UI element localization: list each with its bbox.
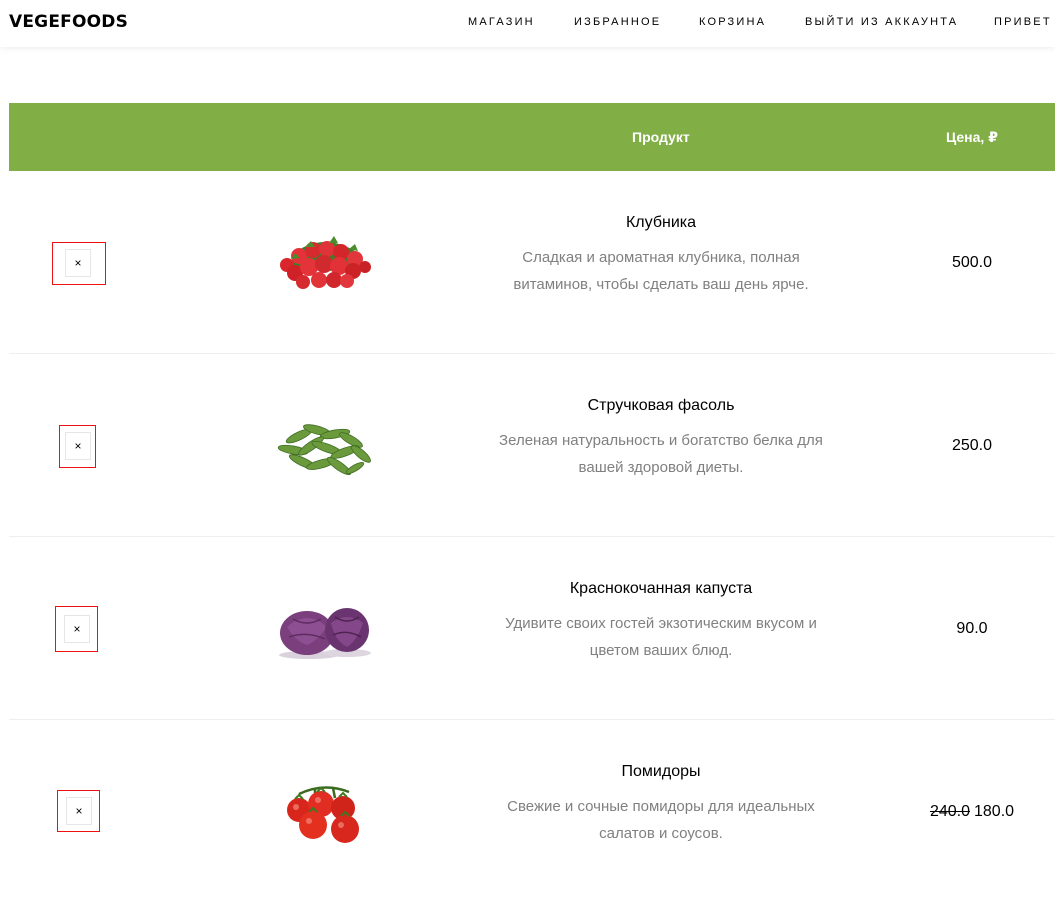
old-price: 240.0 [929,803,970,820]
product-description: Удивите своих гостей экзотическим вкусом… [505,615,817,659]
product-price: 250.0 [889,437,1055,455]
strawberry-cluster [280,236,371,289]
current-price: 90.0 [956,620,988,637]
close-icon: × [65,432,91,460]
product-price: 500.0 [889,254,1055,272]
tomatoes-image [287,786,359,843]
product-description: Сладкая и ароматная клубника, полная вит… [513,249,809,293]
brand-logo[interactable]: VEGEFOODS [9,12,128,32]
remove-item-button[interactable]: × [55,606,98,652]
cart-table-header: Продукт Цена, ₽ [9,103,1055,171]
product-price: 90.0 [889,620,1055,638]
table-row: × Клубника Сладкая и ароматная клубника,… [9,171,1055,354]
product-description: Зеленая натуральность и богатство белка … [499,432,823,476]
product-price: 240.0 180.0 [889,803,1055,821]
remove-item-button[interactable]: × [59,425,96,468]
table-row: × Стручковая фасоль Зеленая натуральност… [9,354,1055,537]
product-name: Помидоры [621,763,701,780]
current-price: 250.0 [951,437,993,454]
header-product: Продукт [632,129,690,145]
close-icon: × [65,249,91,277]
remove-item-button[interactable]: × [52,242,106,285]
close-icon: × [66,797,92,825]
green-bean-pile [277,424,371,476]
product-name: Клубника [625,214,697,231]
current-price: 500.0 [951,254,993,271]
product-description: Свежие и сочные помидоры для идеальных с… [507,798,815,842]
product-name: Стручковая фасоль [587,397,735,414]
nav-favorites[interactable]: ИЗБРАННОЕ [574,16,661,28]
current-price: 180.0 [974,803,1015,820]
nav-shop[interactable]: МАГАЗИН [468,16,535,28]
strawberries-image [280,236,371,289]
nav-cart[interactable]: КОРЗИНА [699,16,766,28]
table-row: × Помидоры Свежие и сочные помидоры для … [9,720,1055,903]
header-price: Цена, ₽ [946,129,998,145]
remove-item-button[interactable]: × [57,790,100,832]
close-icon: × [64,615,90,643]
red-cabbage-image [279,608,371,659]
nav-greeting[interactable]: ПРИВЕТ [994,16,1052,28]
table-row: × Краснокочанная капуста Удивите своих г… [9,537,1055,720]
green-beans-image [277,424,371,476]
top-navbar: VEGEFOODS МАГАЗИН ИЗБРАННОЕ КОРЗИНА ВЫЙТ… [0,0,1055,47]
tomato-bunch [287,786,359,843]
nav-logout[interactable]: ВЫЙТИ ИЗ АККАУНТА [805,16,958,28]
red-cabbage-halves [279,608,371,659]
product-name: Краснокочанная капуста [569,580,753,597]
